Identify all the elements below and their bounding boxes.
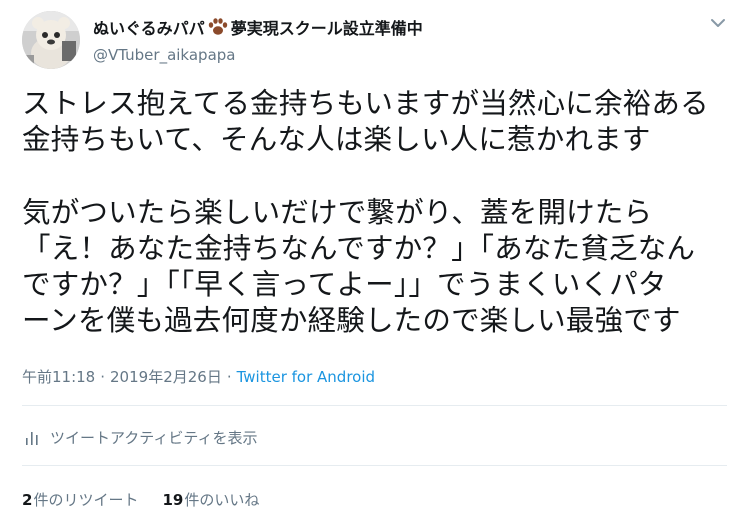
avatar-image [22,11,80,69]
divider [22,465,727,466]
tweet-text-line: 「え！あなた金持ちなんですか？」「あなた貧乏なん [22,232,696,265]
user-handle[interactable]: @VTuber_aikapapa [93,46,235,64]
tweet-time[interactable]: 午前11:18 [22,366,95,387]
bar-chart-icon [26,431,38,445]
tweet-activity-label: ツイートアクティビティを表示 [50,429,258,447]
paw-icon [207,17,229,37]
display-name[interactable]: ぬいぐるみパパ 夢実現スクール設立準備中 [93,14,423,40]
tweet-text-line: 気がついたら楽しいだけで繋がり、蓋を開けたら [22,196,653,229]
tweet-text-line: ストレス抱えてる金持ちもいますが当然心に余裕ある [22,87,709,120]
retweets-count: 2 [22,490,33,509]
likes-count: 19 [162,490,184,509]
tweet-card: ぬいぐるみパパ 夢実現スクール設立準備中 @VTuber_aikapapa スト… [0,0,749,529]
tweet-text-line: ーンを僕も過去何度か経験したので楽しい最強です [22,304,681,337]
retweets-label: 件のリツイート [33,491,139,509]
tweet-source-link[interactable]: Twitter for Android [237,368,375,386]
tweet-date[interactable]: 2019年2月26日 [110,366,222,387]
tweet-text: ストレス抱えてる金持ちもいますが当然心に余裕ある 金持ちもいて、そんな人は楽しい… [22,86,732,339]
chevron-down-icon[interactable] [709,14,727,32]
display-name-text: ぬいぐるみパパ [93,19,205,38]
tweet-stats: 2 件のリツイート 19 件のいいね [22,489,259,510]
tweet-metadata: 午前11:18 · 2019年2月26日 · Twitter for Andro… [22,366,375,387]
display-name-suffix: 夢実現スクール設立準備中 [230,19,423,38]
avatar[interactable] [22,11,80,69]
tweet-header: ぬいぐるみパパ 夢実現スクール設立準備中 @VTuber_aikapapa [22,6,727,74]
tweet-activity-link[interactable]: ツイートアクティビティを表示 [24,427,257,448]
likes-stat[interactable]: 19 件のいいね [162,489,259,510]
tweet-text-line: 金持ちもいて、そんな人は楽しい人に惹かれます [22,123,651,156]
retweets-stat[interactable]: 2 件のリツイート [22,489,138,510]
meta-separator: · [100,367,106,386]
meta-separator: · [226,367,232,386]
tweet-text-line: ですか？」「「早く言ってよー」」でうまくいくパタ [22,268,667,301]
likes-label: 件のいいね [184,491,260,509]
divider [22,405,727,406]
